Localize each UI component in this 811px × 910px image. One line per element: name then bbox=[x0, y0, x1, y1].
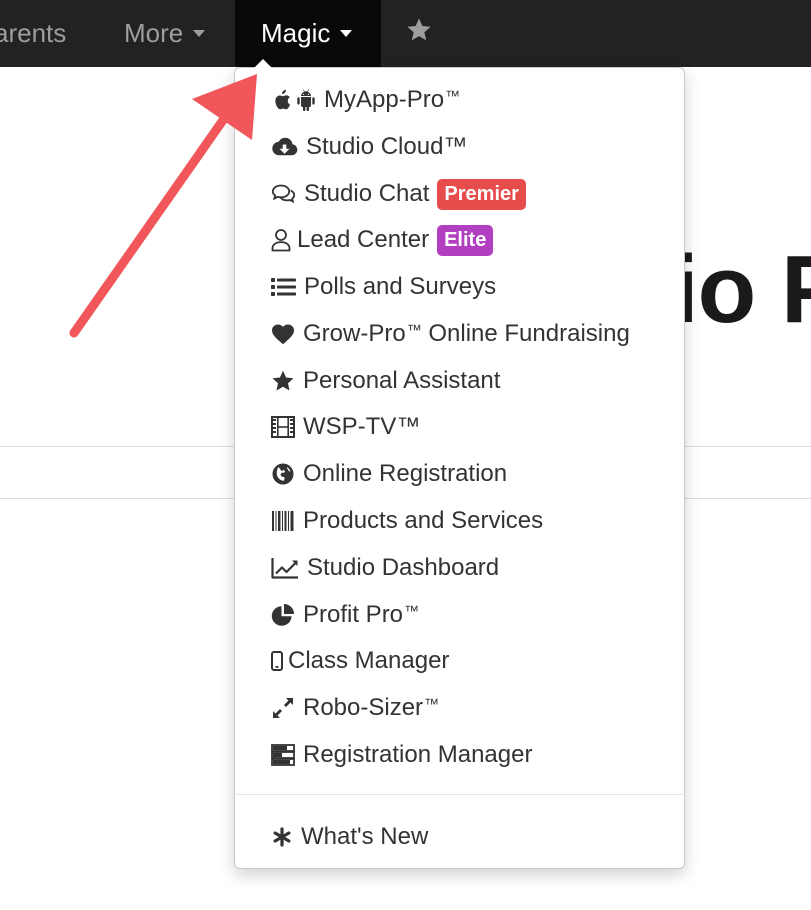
globe-icon bbox=[271, 462, 295, 486]
page-title: io P bbox=[672, 236, 811, 343]
menu-item-label: What's New bbox=[301, 823, 429, 850]
nav-parents[interactable]: arents bbox=[0, 0, 66, 67]
nav-more-label: More bbox=[124, 18, 184, 48]
menu-item-label: Lead Center bbox=[297, 226, 430, 253]
pie-chart-icon bbox=[271, 603, 295, 627]
tasks-icon bbox=[271, 744, 295, 766]
top-navbar: arents More Magic bbox=[0, 0, 811, 67]
menu-divider bbox=[236, 794, 685, 795]
user-outline-icon bbox=[271, 228, 291, 252]
menu-item-registration-manager[interactable]: Registration Manager bbox=[271, 735, 532, 775]
trademark: ™ bbox=[406, 321, 422, 339]
cloud-download-icon bbox=[271, 136, 298, 158]
menu-item-personal-assistant[interactable]: Personal Assistant bbox=[271, 361, 500, 401]
caret-down-icon bbox=[193, 30, 206, 37]
line-chart-icon bbox=[271, 557, 299, 579]
caret-down-icon bbox=[340, 30, 353, 37]
menu-item-label: Class Manager bbox=[288, 647, 450, 674]
nav-parents-label: arents bbox=[0, 18, 67, 48]
star-icon bbox=[271, 370, 295, 392]
menu-item-myapp-pro[interactable]: MyApp-Pro ™ bbox=[271, 80, 460, 120]
menu-item-polls-and-surveys[interactable]: Polls and Surveys bbox=[271, 267, 496, 307]
barcode-icon bbox=[271, 510, 295, 532]
nav-favorites[interactable] bbox=[405, 0, 433, 67]
heart-icon bbox=[271, 323, 295, 345]
menu-item-label: Studio Cloud™ bbox=[306, 133, 468, 160]
menu-item-label: Grow-Pro bbox=[303, 320, 406, 347]
menu-item-label: Robo-Sizer bbox=[303, 694, 424, 721]
menu-item-studio-dashboard[interactable]: Studio Dashboard bbox=[271, 548, 499, 588]
android-icon bbox=[296, 89, 316, 111]
apple-icon bbox=[271, 89, 291, 111]
nav-magic-label: Magic bbox=[261, 18, 331, 48]
menu-item-profit-pro[interactable]: Profit Pro ™ bbox=[271, 595, 419, 635]
menu-item-studio-cloud[interactable]: Studio Cloud™ bbox=[271, 127, 467, 167]
menu-item-label-suffix: Online Fundraising bbox=[421, 320, 630, 347]
menu-item-grow-pro[interactable]: Grow-Pro ™ Online Fundraising bbox=[271, 314, 630, 354]
menu-item-label: Profit Pro bbox=[303, 601, 404, 628]
menu-item-label: Registration Manager bbox=[303, 741, 533, 768]
menu-item-online-registration[interactable]: Online Registration bbox=[271, 454, 507, 494]
menu-item-label: Online Registration bbox=[303, 460, 508, 487]
nav-more-dropdown[interactable]: More bbox=[124, 0, 206, 67]
menu-item-label: Polls and Surveys bbox=[304, 273, 497, 300]
resize-icon bbox=[271, 696, 295, 720]
star-icon bbox=[405, 16, 433, 51]
dropdown-notch bbox=[254, 59, 272, 68]
nav-magic-dropdown[interactable]: Magic bbox=[235, 0, 381, 67]
elite-badge: Elite bbox=[437, 224, 494, 256]
menu-item-label: Products and Services bbox=[303, 507, 544, 534]
menu-item-robo-sizer[interactable]: Robo-Sizer ™ bbox=[271, 688, 439, 728]
trademark: ™ bbox=[404, 602, 420, 620]
menu-item-studio-chat[interactable]: Studio Chat Premier bbox=[271, 174, 526, 214]
trademark: ™ bbox=[424, 695, 440, 713]
magic-dropdown-menu: MyApp-Pro ™ Studio Cloud™ Studio Chat Pre… bbox=[234, 59, 685, 869]
menu-item-class-manager[interactable]: Class Manager bbox=[271, 641, 449, 681]
menu-item-label: Personal Assistant bbox=[303, 367, 501, 394]
premier-badge: Premier bbox=[437, 178, 526, 210]
trademark: ™ bbox=[445, 87, 461, 105]
mobile-icon bbox=[271, 650, 283, 672]
asterisk-icon bbox=[271, 826, 293, 848]
menu-item-label: Studio Dashboard bbox=[307, 554, 500, 581]
menu-item-lead-center[interactable]: Lead Center Elite bbox=[271, 220, 494, 260]
menu-item-whats-new[interactable]: What's New bbox=[271, 817, 428, 857]
list-icon bbox=[271, 277, 296, 297]
menu-item-label: MyApp-Pro bbox=[324, 86, 445, 113]
menu-item-label: Studio Chat bbox=[304, 180, 430, 207]
menu-item-label: WSP-TV™ bbox=[303, 413, 421, 440]
film-icon bbox=[271, 416, 295, 438]
menu-item-wsp-tv[interactable]: WSP-TV™ bbox=[271, 407, 420, 447]
chat-bubbles-icon bbox=[271, 183, 296, 205]
menu-item-products-and-services[interactable]: Products and Services bbox=[271, 501, 543, 541]
